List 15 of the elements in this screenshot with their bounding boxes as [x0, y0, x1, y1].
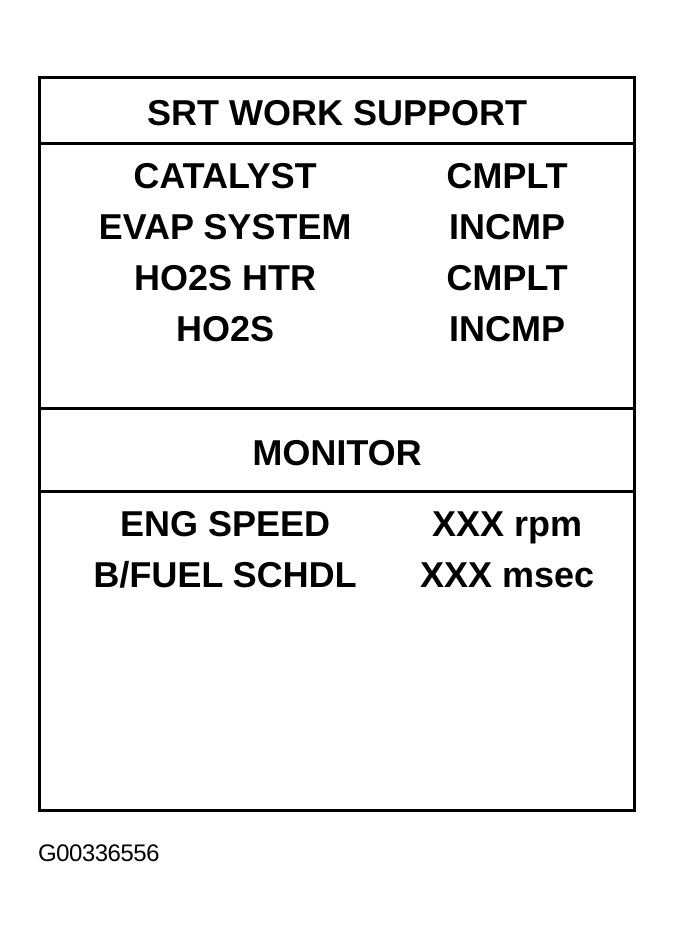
parameter-label: ENG SPEED	[120, 506, 330, 542]
parameter-label: HO2S HTR	[134, 260, 316, 296]
status-value: CMPLT	[446, 260, 568, 296]
status-value: CMPLT	[446, 158, 568, 194]
figure-id: G00336556	[38, 842, 159, 866]
section-title: MONITOR	[252, 435, 422, 471]
parameter-label: CATALYST	[133, 158, 317, 194]
section-title: SRT WORK SUPPORT	[146, 95, 527, 131]
status-value: INCMP	[449, 208, 565, 244]
parameter-label: B/FUEL SCHDL	[93, 556, 357, 592]
parameter-value: XXX rpm	[432, 506, 582, 542]
parameter-label: HO2S	[176, 310, 274, 346]
parameter-value: XXX msec	[420, 556, 594, 592]
parameter-label: EVAP SYSTEM	[98, 208, 352, 244]
status-value: INCMP	[449, 310, 565, 346]
